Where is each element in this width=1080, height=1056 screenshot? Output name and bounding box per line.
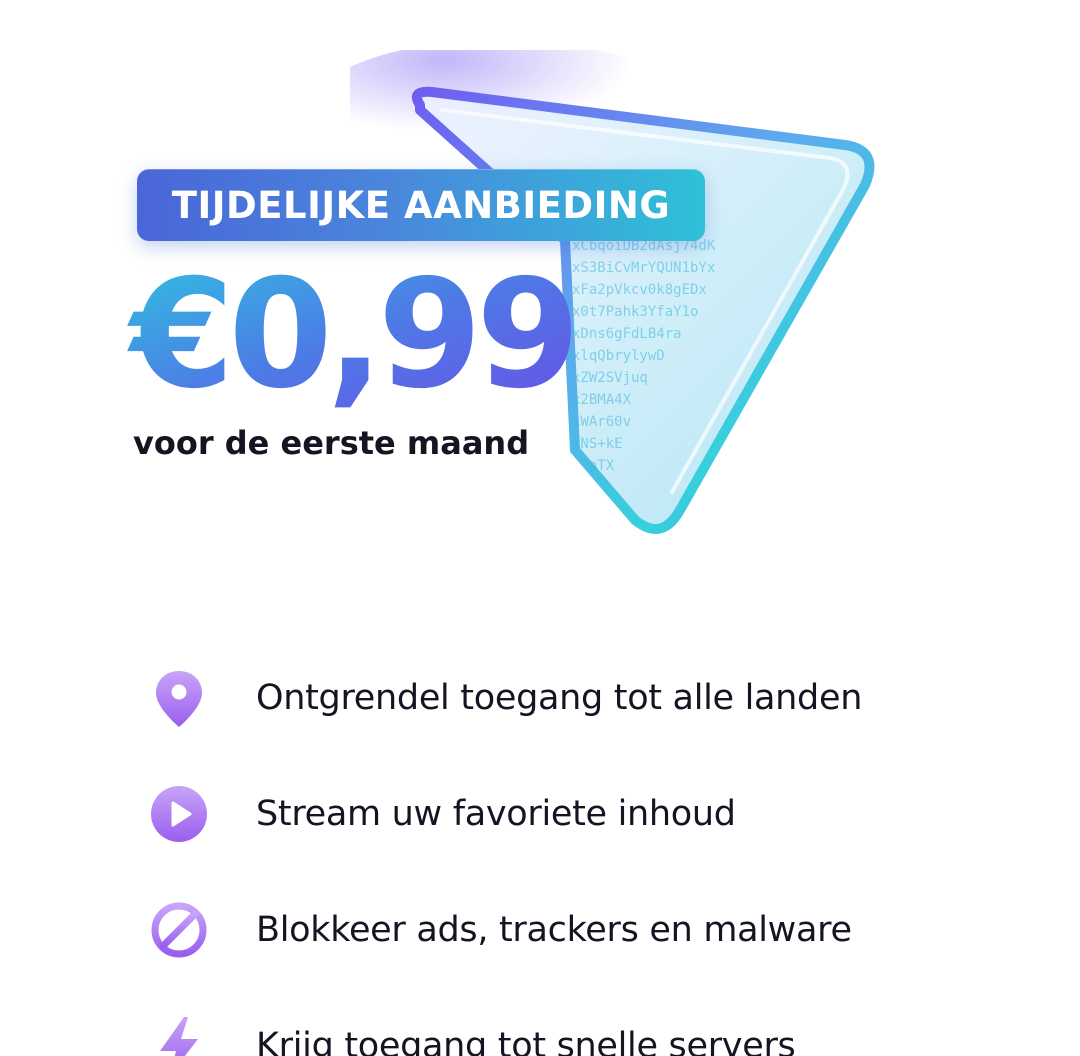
price-period: voor de eerste maand	[133, 424, 530, 462]
feature-item-unlock-countries: Ontgrendel toegang tot alle landen	[148, 640, 1028, 756]
offer-page: xCbqoiDB2dAsj74dK xS3BiCvMrYQUN1bYx xFa2pV…	[0, 0, 1080, 1056]
emblem-code-line: xS3BiCvMrYQUN1bYx	[572, 260, 715, 276]
price-amount: €0,99	[127, 248, 574, 422]
play-circle-icon	[148, 783, 210, 845]
feature-label: Stream uw favoriete inhoud	[256, 794, 736, 834]
feature-item-stream: Stream uw favoriete inhoud	[148, 756, 1028, 872]
emblem-code-line: xNS+kE	[572, 436, 623, 452]
limited-offer-label: TIJDELIJKE AANBIEDING	[171, 183, 671, 227]
feature-label: Krijg toegang tot snelle servers	[256, 1026, 796, 1056]
emblem-code-line: x0t7Pahk3YfaY1o	[572, 304, 698, 320]
feature-label: Ontgrendel toegang tot alle landen	[256, 678, 863, 718]
map-pin-icon	[148, 667, 210, 729]
block-icon	[148, 899, 210, 961]
feature-item-block: Blokkeer ads, trackers en malware	[148, 872, 1028, 988]
price: €0,99	[127, 248, 590, 428]
lightning-icon	[148, 1015, 210, 1056]
feature-list: Ontgrendel toegang tot alle landen Strea…	[148, 640, 1028, 1056]
price-graphic: €0,99	[127, 248, 580, 422]
limited-offer-badge: TIJDELIJKE AANBIEDING	[137, 169, 705, 241]
feature-label: Blokkeer ads, trackers en malware	[256, 910, 852, 950]
emblem-code-line: xFa2pVkcv0k8gEDx	[572, 282, 707, 298]
feature-item-fast-servers: Krijg toegang tot snelle servers	[148, 988, 1028, 1056]
